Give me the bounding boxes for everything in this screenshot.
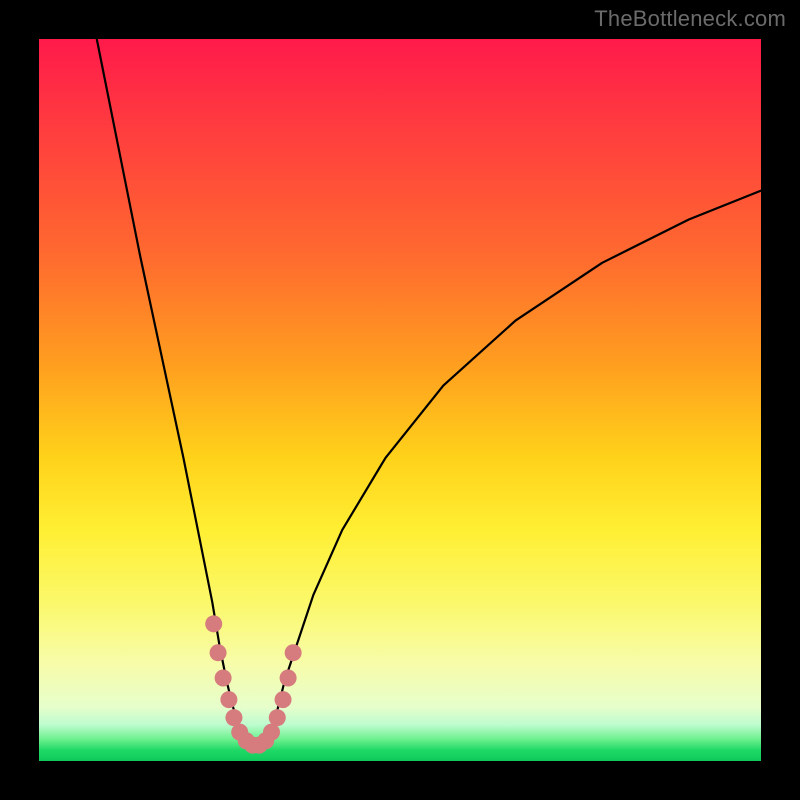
curve-marker: [215, 669, 232, 686]
highlighted-segment: [205, 615, 301, 753]
curve-marker: [210, 644, 227, 661]
curve-marker: [280, 669, 297, 686]
chart-frame: TheBottleneck.com: [0, 0, 800, 800]
watermark-text: TheBottleneck.com: [594, 6, 786, 32]
curve-svg: [39, 39, 761, 761]
curve-marker: [269, 709, 286, 726]
curve-marker: [285, 644, 302, 661]
bottleneck-curve: [97, 39, 761, 747]
curve-marker: [220, 691, 237, 708]
plot-area: [39, 39, 761, 761]
curve-marker: [205, 615, 222, 632]
curve-marker: [275, 691, 292, 708]
